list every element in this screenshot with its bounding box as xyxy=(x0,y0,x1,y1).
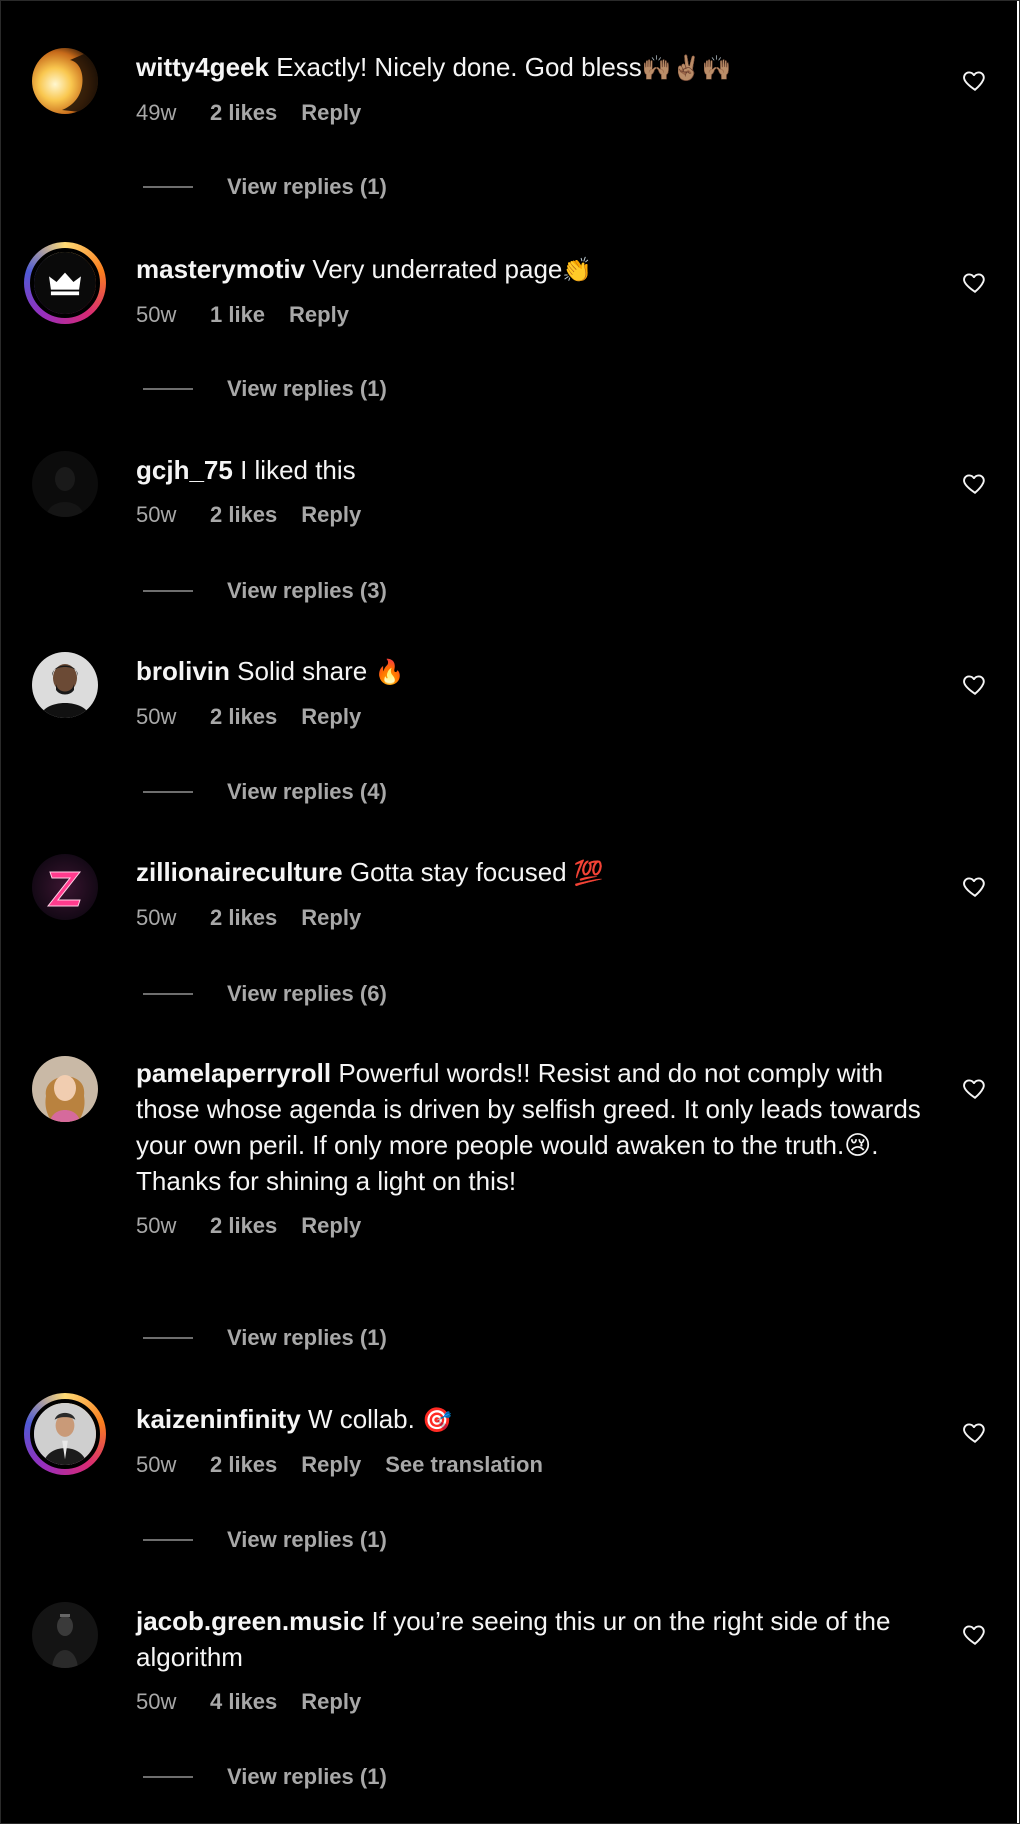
comment-username[interactable]: masterymotiv xyxy=(136,254,305,284)
hundred-points-emoji-icon: 💯 xyxy=(573,859,604,887)
like-heart-icon[interactable] xyxy=(962,873,988,899)
comment-time: 50w xyxy=(136,1689,177,1714)
reply-button[interactable]: Reply xyxy=(301,1211,361,1241)
comment-text: jacob.green.music If you’re seeing this … xyxy=(136,1606,891,1672)
likes-count[interactable]: 2 likes xyxy=(210,702,277,732)
reply-button[interactable]: Reply xyxy=(301,1687,361,1717)
fire-emoji-icon: 🔥 xyxy=(374,658,405,686)
reply-button[interactable]: Reply xyxy=(301,500,361,530)
man-avatar-icon[interactable] xyxy=(24,1393,106,1475)
z-logo-avatar-icon[interactable] xyxy=(32,854,98,920)
crown-avatar-icon[interactable] xyxy=(24,242,106,324)
like-heart-icon[interactable] xyxy=(962,1075,988,1101)
likes-count[interactable]: 1 like xyxy=(210,300,265,330)
view-replies-button[interactable]: View replies (1) xyxy=(143,1323,387,1353)
comments-panel: witty4geek Exactly! Nicely done. God ble… xyxy=(0,0,1020,1824)
person-avatar-icon[interactable] xyxy=(32,652,98,718)
replies-divider xyxy=(143,186,193,188)
reply-button[interactable]: Reply xyxy=(289,300,349,330)
comment-time: 50w xyxy=(136,502,177,527)
like-heart-icon[interactable] xyxy=(962,67,988,93)
comment-username[interactable]: pamelaperryroll xyxy=(136,1058,331,1088)
replies-divider xyxy=(143,1539,193,1541)
musician-avatar-icon[interactable] xyxy=(32,1602,98,1668)
comment-meta: 50w 2 likes Reply xyxy=(136,500,936,530)
comment-time: 50w xyxy=(136,905,177,930)
view-replies-button[interactable]: View replies (1) xyxy=(143,374,387,404)
woman-avatar-icon[interactable] xyxy=(32,1056,98,1122)
replies-divider xyxy=(143,590,193,592)
clapping-emoji-icon: 👏 xyxy=(562,256,593,284)
replies-divider xyxy=(143,791,193,793)
likes-count[interactable]: 2 likes xyxy=(210,500,277,530)
comment-text: pamelaperryroll Powerful words!! Resist … xyxy=(136,1058,921,1196)
comment-meta: 50w 4 likes Reply xyxy=(136,1687,936,1717)
like-heart-icon[interactable] xyxy=(962,269,988,295)
view-replies-button[interactable]: View replies (1) xyxy=(143,1762,387,1792)
like-heart-icon[interactable] xyxy=(962,1621,988,1647)
reply-button[interactable]: Reply xyxy=(301,1450,361,1480)
replies-divider xyxy=(143,1776,193,1778)
comment-text: brolivin Solid share 🔥 xyxy=(136,656,405,686)
likes-count[interactable]: 4 likes xyxy=(210,1687,277,1717)
comment-meta: 50w 2 likes Reply See translation xyxy=(136,1450,936,1480)
likes-count[interactable]: 2 likes xyxy=(210,903,277,933)
comment-text: witty4geek Exactly! Nicely done. God ble… xyxy=(136,52,732,82)
sunset-avatar-icon[interactable] xyxy=(32,48,98,114)
comment-time: 50w xyxy=(136,302,177,327)
comment-time: 50w xyxy=(136,704,177,729)
view-replies-button[interactable]: View replies (4) xyxy=(143,777,387,807)
comment-time: 50w xyxy=(136,1213,177,1238)
comment-meta: 50w 1 like Reply xyxy=(136,300,936,330)
comment-username[interactable]: kaizeninfinity xyxy=(136,1404,301,1434)
likes-count[interactable]: 2 likes xyxy=(210,1211,277,1241)
comment-username[interactable]: jacob.green.music xyxy=(136,1606,364,1636)
replies-divider xyxy=(143,388,193,390)
comment-text: kaizeninfinity W collab. 🎯 xyxy=(136,1404,452,1434)
reply-button[interactable]: Reply xyxy=(301,702,361,732)
comment-meta: 50w 2 likes Reply xyxy=(136,1211,936,1241)
like-heart-icon[interactable] xyxy=(962,470,988,496)
replies-divider xyxy=(143,1337,193,1339)
comment-time: 50w xyxy=(136,1452,177,1477)
reply-button[interactable]: Reply xyxy=(301,98,361,128)
comment-text: gcjh_75 I liked this xyxy=(136,455,356,485)
dark-avatar-icon[interactable] xyxy=(32,451,98,517)
bullseye-emoji-icon: 🎯 xyxy=(422,1406,452,1434)
view-replies-button[interactable]: View replies (1) xyxy=(143,172,387,202)
comment-username[interactable]: zillionaireculture xyxy=(136,857,343,887)
reply-button[interactable]: Reply xyxy=(301,903,361,933)
like-heart-icon[interactable] xyxy=(962,671,988,697)
see-translation-button[interactable]: See translation xyxy=(385,1450,543,1480)
praise-hands-emoji-icon: 🙌🏽✌🏽🙌🏽 xyxy=(641,54,732,82)
view-replies-button[interactable]: View replies (6) xyxy=(143,979,387,1009)
view-replies-button[interactable]: View replies (1) xyxy=(143,1525,387,1555)
comment-meta: 49w 2 likes Reply xyxy=(136,98,936,128)
likes-count[interactable]: 2 likes xyxy=(210,1450,277,1480)
view-replies-button[interactable]: View replies (3) xyxy=(143,576,387,606)
replies-divider xyxy=(143,993,193,995)
comment-text: masterymotiv Very underrated page👏 xyxy=(136,254,593,284)
likes-count[interactable]: 2 likes xyxy=(210,98,277,128)
comment-meta: 50w 2 likes Reply xyxy=(136,702,936,732)
comment-meta: 50w 2 likes Reply xyxy=(136,903,936,933)
comment-username[interactable]: witty4geek xyxy=(136,52,269,82)
comment-username[interactable]: gcjh_75 xyxy=(136,455,233,485)
comment-username[interactable]: brolivin xyxy=(136,656,230,686)
comment-text: zillionaireculture Gotta stay focused 💯 xyxy=(136,857,604,887)
comment-time: 49w xyxy=(136,100,177,125)
like-heart-icon[interactable] xyxy=(962,1419,988,1445)
